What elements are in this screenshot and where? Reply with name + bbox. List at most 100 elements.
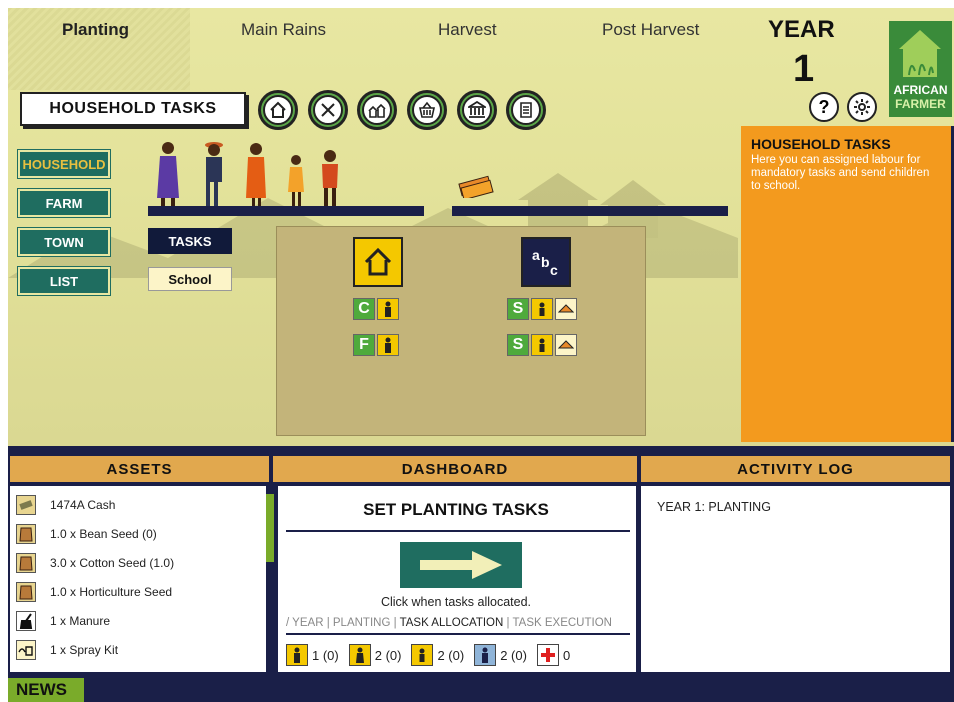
house-logo-icon <box>899 30 941 77</box>
bottom-panels: ASSETS 1474A Cash 1.0 x Bean Seed (0) 3.… <box>8 446 954 702</box>
asset-row[interactable]: 1474A Cash <box>10 490 266 519</box>
logo-text-farmer: FARMER <box>895 97 946 111</box>
home-icon <box>364 247 392 276</box>
phase-breadcrumb: / YEAR | PLANTING | TASK ALLOCATION | TA… <box>286 617 630 629</box>
season-tab-harvest[interactable]: Harvest <box>438 20 497 40</box>
family-member-son[interactable] <box>322 150 338 206</box>
season-tab-planting[interactable]: Planting <box>62 20 129 40</box>
next-button-caption: Click when tasks allocated. <box>380 595 532 609</box>
gear-icon <box>854 99 870 115</box>
dashboard-title: SET PLANTING TASKS <box>363 500 549 519</box>
asset-label: 3.0 x Cotton Seed (1.0) <box>50 555 175 570</box>
village-button[interactable] <box>357 90 397 130</box>
subnav-school[interactable]: School <box>148 267 232 291</box>
task-letter-chip: S <box>507 298 529 320</box>
activity-log-entry: YEAR 1: PLANTING <box>657 500 771 514</box>
family-member-grandmother[interactable] <box>246 143 266 206</box>
seed-bag-icon <box>16 581 36 602</box>
school-task-tile[interactable]: a b c <box>521 237 571 287</box>
arrow-right-icon <box>420 551 502 579</box>
labour-count: 2 (0) <box>500 647 527 663</box>
family-member-mother[interactable] <box>157 142 179 206</box>
asset-label: 1474A Cash <box>50 497 116 512</box>
notebook-button[interactable] <box>506 90 546 130</box>
task-letter-chip: S <box>507 334 529 356</box>
household-scene: Planting Main Rains Harvest Post Harvest… <box>8 8 954 446</box>
game-window: Planting Main Rains Harvest Post Harvest… <box>8 8 954 702</box>
seed-bag-icon <box>16 552 36 573</box>
asset-row[interactable]: 1.0 x Horticulture Seed <box>10 577 266 606</box>
cash-icon <box>16 494 36 515</box>
family-members <box>157 142 338 206</box>
labour-summary: 1 (0) 2 (0) 2 (0) 2 (0) 0 <box>286 644 570 666</box>
adult-worker-icon <box>377 334 399 356</box>
asset-row[interactable]: 1.0 x Bean Seed (0) <box>10 519 266 548</box>
labour-count: 2 (0) <box>437 647 465 663</box>
dashboard-divider <box>286 530 630 532</box>
bank-icon <box>468 101 486 118</box>
manure-icon <box>16 610 36 631</box>
spray-kit-icon <box>16 639 36 660</box>
assets-list: 1474A Cash 1.0 x Bean Seed (0) 3.0 x Cot… <box>10 486 266 672</box>
logo-text-african: AFRICAN <box>893 83 948 97</box>
farm-tools-button[interactable] <box>308 90 348 130</box>
home-task-tile[interactable] <box>353 237 403 287</box>
asset-row[interactable]: 1 x Manure <box>10 606 266 635</box>
school-enrol-row[interactable]: S <box>507 298 577 320</box>
school-ticket-icon <box>458 175 494 198</box>
season-tab-post-harvest[interactable]: Post Harvest <box>602 20 699 40</box>
task-allocation-panel: a b c C F S S <box>276 226 646 436</box>
home-button[interactable] <box>258 90 298 130</box>
family-member-daughter[interactable] <box>288 155 304 206</box>
notebook-icon <box>520 102 532 118</box>
child-icon <box>531 298 553 320</box>
asset-label: 1 x Spray Kit <box>50 642 119 657</box>
bank-button[interactable] <box>457 90 497 130</box>
season-tab-main-rains[interactable]: Main Rains <box>241 20 326 40</box>
child-icon <box>411 644 434 666</box>
labour-count: 2 (0) <box>374 647 402 663</box>
labour-count: 0 <box>562 647 571 663</box>
school-fee-icon <box>555 334 577 356</box>
assets-scrollbar[interactable] <box>266 494 274 562</box>
activity-log-header: ACTIVITY LOG <box>641 456 950 482</box>
tools-icon <box>321 103 335 117</box>
assets-header: ASSETS <box>10 456 269 482</box>
asset-label: 1 x Manure <box>50 613 111 628</box>
asset-row[interactable]: 3.0 x Cotton Seed (1.0) <box>10 548 266 577</box>
cooking-task-row[interactable]: C <box>353 298 399 320</box>
child-icon <box>531 334 553 356</box>
svg-text:c: c <box>550 262 558 278</box>
asset-row[interactable]: 1 x Spray Kit <box>10 635 266 664</box>
market-button[interactable] <box>407 90 447 130</box>
school-shelf <box>452 206 728 216</box>
nav-town[interactable]: TOWN <box>18 228 110 256</box>
dashboard-header: DASHBOARD <box>273 456 637 482</box>
nav-farm[interactable]: FARM <box>18 189 110 217</box>
village-icon <box>368 103 386 118</box>
info-text: Here you can assigned labour for mandato… <box>751 154 930 192</box>
asset-label: 1.0 x Horticulture Seed <box>50 584 173 599</box>
seed-bag-icon <box>16 523 36 544</box>
nav-list[interactable]: LIST <box>18 267 110 295</box>
page-title: HOUSEHOLD TASKS <box>20 92 246 126</box>
subnav-tasks[interactable]: TASKS <box>148 228 232 254</box>
phase-breadcrumb-current: TASK ALLOCATION <box>399 617 504 629</box>
family-member-father[interactable] <box>205 142 223 206</box>
help-button[interactable]: ? <box>809 92 839 122</box>
asset-label: 1.0 x Bean Seed (0) <box>50 526 157 541</box>
fetching-task-row[interactable]: F <box>353 334 399 356</box>
school-fee-icon <box>555 298 577 320</box>
phase-breadcrumb-past: / YEAR | PLANTING | <box>286 617 400 629</box>
dashboard-divider <box>286 633 630 635</box>
nav-household[interactable]: HOUSEHOLD <box>18 150 110 178</box>
hired-worker-icon <box>474 644 497 666</box>
tasks-allocated-next-button[interactable] <box>400 542 522 588</box>
year-label: YEAR <box>768 16 835 43</box>
adult-female-icon <box>348 644 371 666</box>
settings-button[interactable] <box>847 92 877 122</box>
school-enrol-row[interactable]: S <box>507 334 577 356</box>
info-title: HOUSEHOLD TASKS <box>751 136 891 152</box>
african-farmer-logo: AFRICAN FARMER <box>889 21 952 117</box>
news-tab[interactable]: NEWS <box>8 678 84 702</box>
